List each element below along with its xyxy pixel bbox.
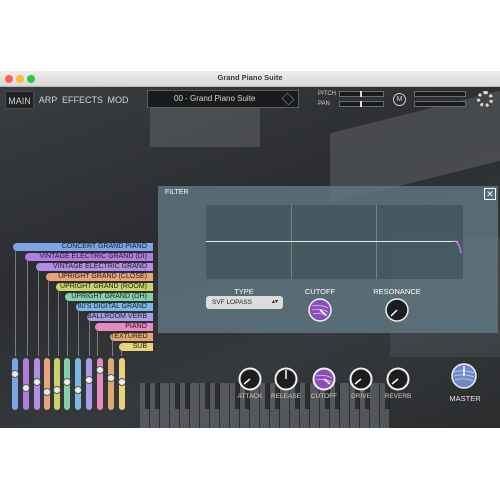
layer-label-upright-room[interactable]: UPRIGHT GRAND (ROOM) <box>56 283 153 291</box>
layer-fader[interactable] <box>96 358 104 410</box>
fader-thumb[interactable] <box>118 378 126 386</box>
tab-mod[interactable]: MOD <box>104 91 132 109</box>
connector-line <box>38 271 39 356</box>
fader-thumb[interactable] <box>43 388 51 396</box>
output-meter-right <box>414 101 466 107</box>
layer-label-vintage-di[interactable]: VINTAGE ELECTRIC GRAND (DI) <box>25 253 153 261</box>
pitch-slider-thumb[interactable] <box>360 91 362 97</box>
drive-label: DRIVE <box>351 393 371 400</box>
fader-thumb[interactable] <box>11 370 19 378</box>
fader-thumb[interactable] <box>85 376 93 384</box>
filter-cutoff-knob[interactable] <box>308 298 332 322</box>
reverb-label: REVERB <box>384 393 412 400</box>
fader-thumb[interactable] <box>53 386 61 394</box>
layer-fader[interactable] <box>43 358 51 410</box>
filter-response-graph <box>206 205 463 279</box>
layer-fader[interactable] <box>107 358 115 410</box>
layer-label-piano-attacks[interactable]: PIANO ATTACKS <box>95 323 153 338</box>
filter-curve <box>206 241 458 242</box>
attack-label: ATTACK <box>237 393 263 400</box>
pan-label: PAN <box>318 101 330 107</box>
layer-fader[interactable] <box>63 358 71 410</box>
layer-fader[interactable] <box>33 358 41 410</box>
pan-slider-thumb[interactable] <box>360 101 362 107</box>
background-highlight <box>150 107 260 147</box>
pitch-slider[interactable] <box>339 91 384 97</box>
preset-name: 00 - Grand Piano Suite <box>174 94 256 103</box>
fader-thumb[interactable] <box>96 366 104 374</box>
connector-line <box>89 321 90 356</box>
filter-panel: FILTER ✕ TYPE SVF LOPASS ▴▾ CUTOFF RESON… <box>158 186 498 333</box>
cutoff-knob[interactable] <box>312 367 336 391</box>
release-label: RELEASE <box>271 393 301 400</box>
tab-main[interactable]: MAIN <box>5 91 34 109</box>
connector-line <box>97 331 98 356</box>
reverb-knob[interactable] <box>386 367 410 391</box>
title-bar: Grand Piano Suite <box>0 71 500 87</box>
output-meter-left <box>414 91 466 97</box>
layer-label-textured[interactable]: TEXTURED <box>110 333 153 341</box>
settings-gear-icon[interactable] <box>477 91 493 107</box>
app-window: Grand Piano Suite MAIN ARP EFFECTS MOD 0… <box>0 71 500 428</box>
layer-label-upright-oh[interactable]: UPRIGHT GRAND (OH) <box>65 293 153 301</box>
tab-arp[interactable]: ARP <box>37 91 59 109</box>
tab-effects[interactable]: EFFECTS <box>62 91 103 109</box>
connector-line <box>27 261 28 356</box>
fader-thumb[interactable] <box>22 384 30 392</box>
filter-type-value: SVF LOPASS <box>212 299 252 306</box>
graph-gridline <box>291 205 292 279</box>
connector-line <box>48 281 49 356</box>
layer-label-upright-close[interactable]: UPRIGHT GRAND (CLOSE) <box>46 273 153 281</box>
window-title: Grand Piano Suite <box>217 73 283 82</box>
connector-line <box>121 351 122 356</box>
filter-curve-tail <box>454 240 462 254</box>
connector-line <box>112 341 113 356</box>
pitch-label: PITCH <box>318 91 336 97</box>
filter-cutoff-label: CUTOFF <box>304 287 336 296</box>
layer-label-vintage-oh[interactable]: VINTAGE ELECTRIC GRAND (OH) <box>36 263 153 278</box>
layer-fader[interactable] <box>11 358 19 410</box>
fader-thumb[interactable] <box>107 374 115 382</box>
release-knob[interactable] <box>274 367 298 391</box>
preset-selector[interactable]: 00 - Grand Piano Suite <box>147 90 299 108</box>
filter-type-dropdown[interactable]: SVF LOPASS ▴▾ <box>206 296 283 309</box>
drive-knob[interactable] <box>349 367 373 391</box>
connector-line <box>78 311 79 356</box>
layer-label-80s-digital[interactable]: 80'S DIGITAL GRAND <box>76 303 153 311</box>
graph-gridline <box>376 205 377 279</box>
master-knob[interactable] <box>451 363 477 389</box>
connector-line <box>58 291 59 356</box>
layer-fader[interactable] <box>53 358 61 410</box>
fader-thumb[interactable] <box>33 378 41 386</box>
filter-resonance-label: RESONANCE <box>373 287 421 296</box>
filter-type-label: TYPE <box>234 287 254 296</box>
master-label: MASTER <box>449 394 481 403</box>
layer-fader[interactable] <box>118 358 126 410</box>
attack-knob[interactable] <box>238 367 262 391</box>
layer-label-sub[interactable]: SUB <box>119 343 153 351</box>
fader-thumb[interactable] <box>63 378 71 386</box>
layer-fader[interactable] <box>22 358 30 410</box>
fader-thumb[interactable] <box>74 386 82 394</box>
layer-label-ballroom-verb[interactable]: BALLROOM VERB <box>87 313 153 321</box>
connector-line <box>15 251 16 356</box>
dropdown-arrows-icon: ▴▾ <box>271 299 278 305</box>
layer-fader[interactable] <box>74 358 82 410</box>
layer-label-concert-grand[interactable]: CONCERT GRAND PIANO <box>13 243 153 251</box>
preset-browse-icon[interactable] <box>281 92 295 106</box>
filter-close-icon[interactable]: ✕ <box>484 188 496 200</box>
cutoff-label: CUTOFF <box>310 393 338 400</box>
pan-slider[interactable] <box>339 101 384 107</box>
filter-resonance-knob[interactable] <box>385 298 409 322</box>
mono-button[interactable]: M <box>393 93 406 106</box>
filter-title: FILTER <box>165 189 189 196</box>
connector-line <box>67 301 68 356</box>
layer-fader[interactable] <box>85 358 93 410</box>
